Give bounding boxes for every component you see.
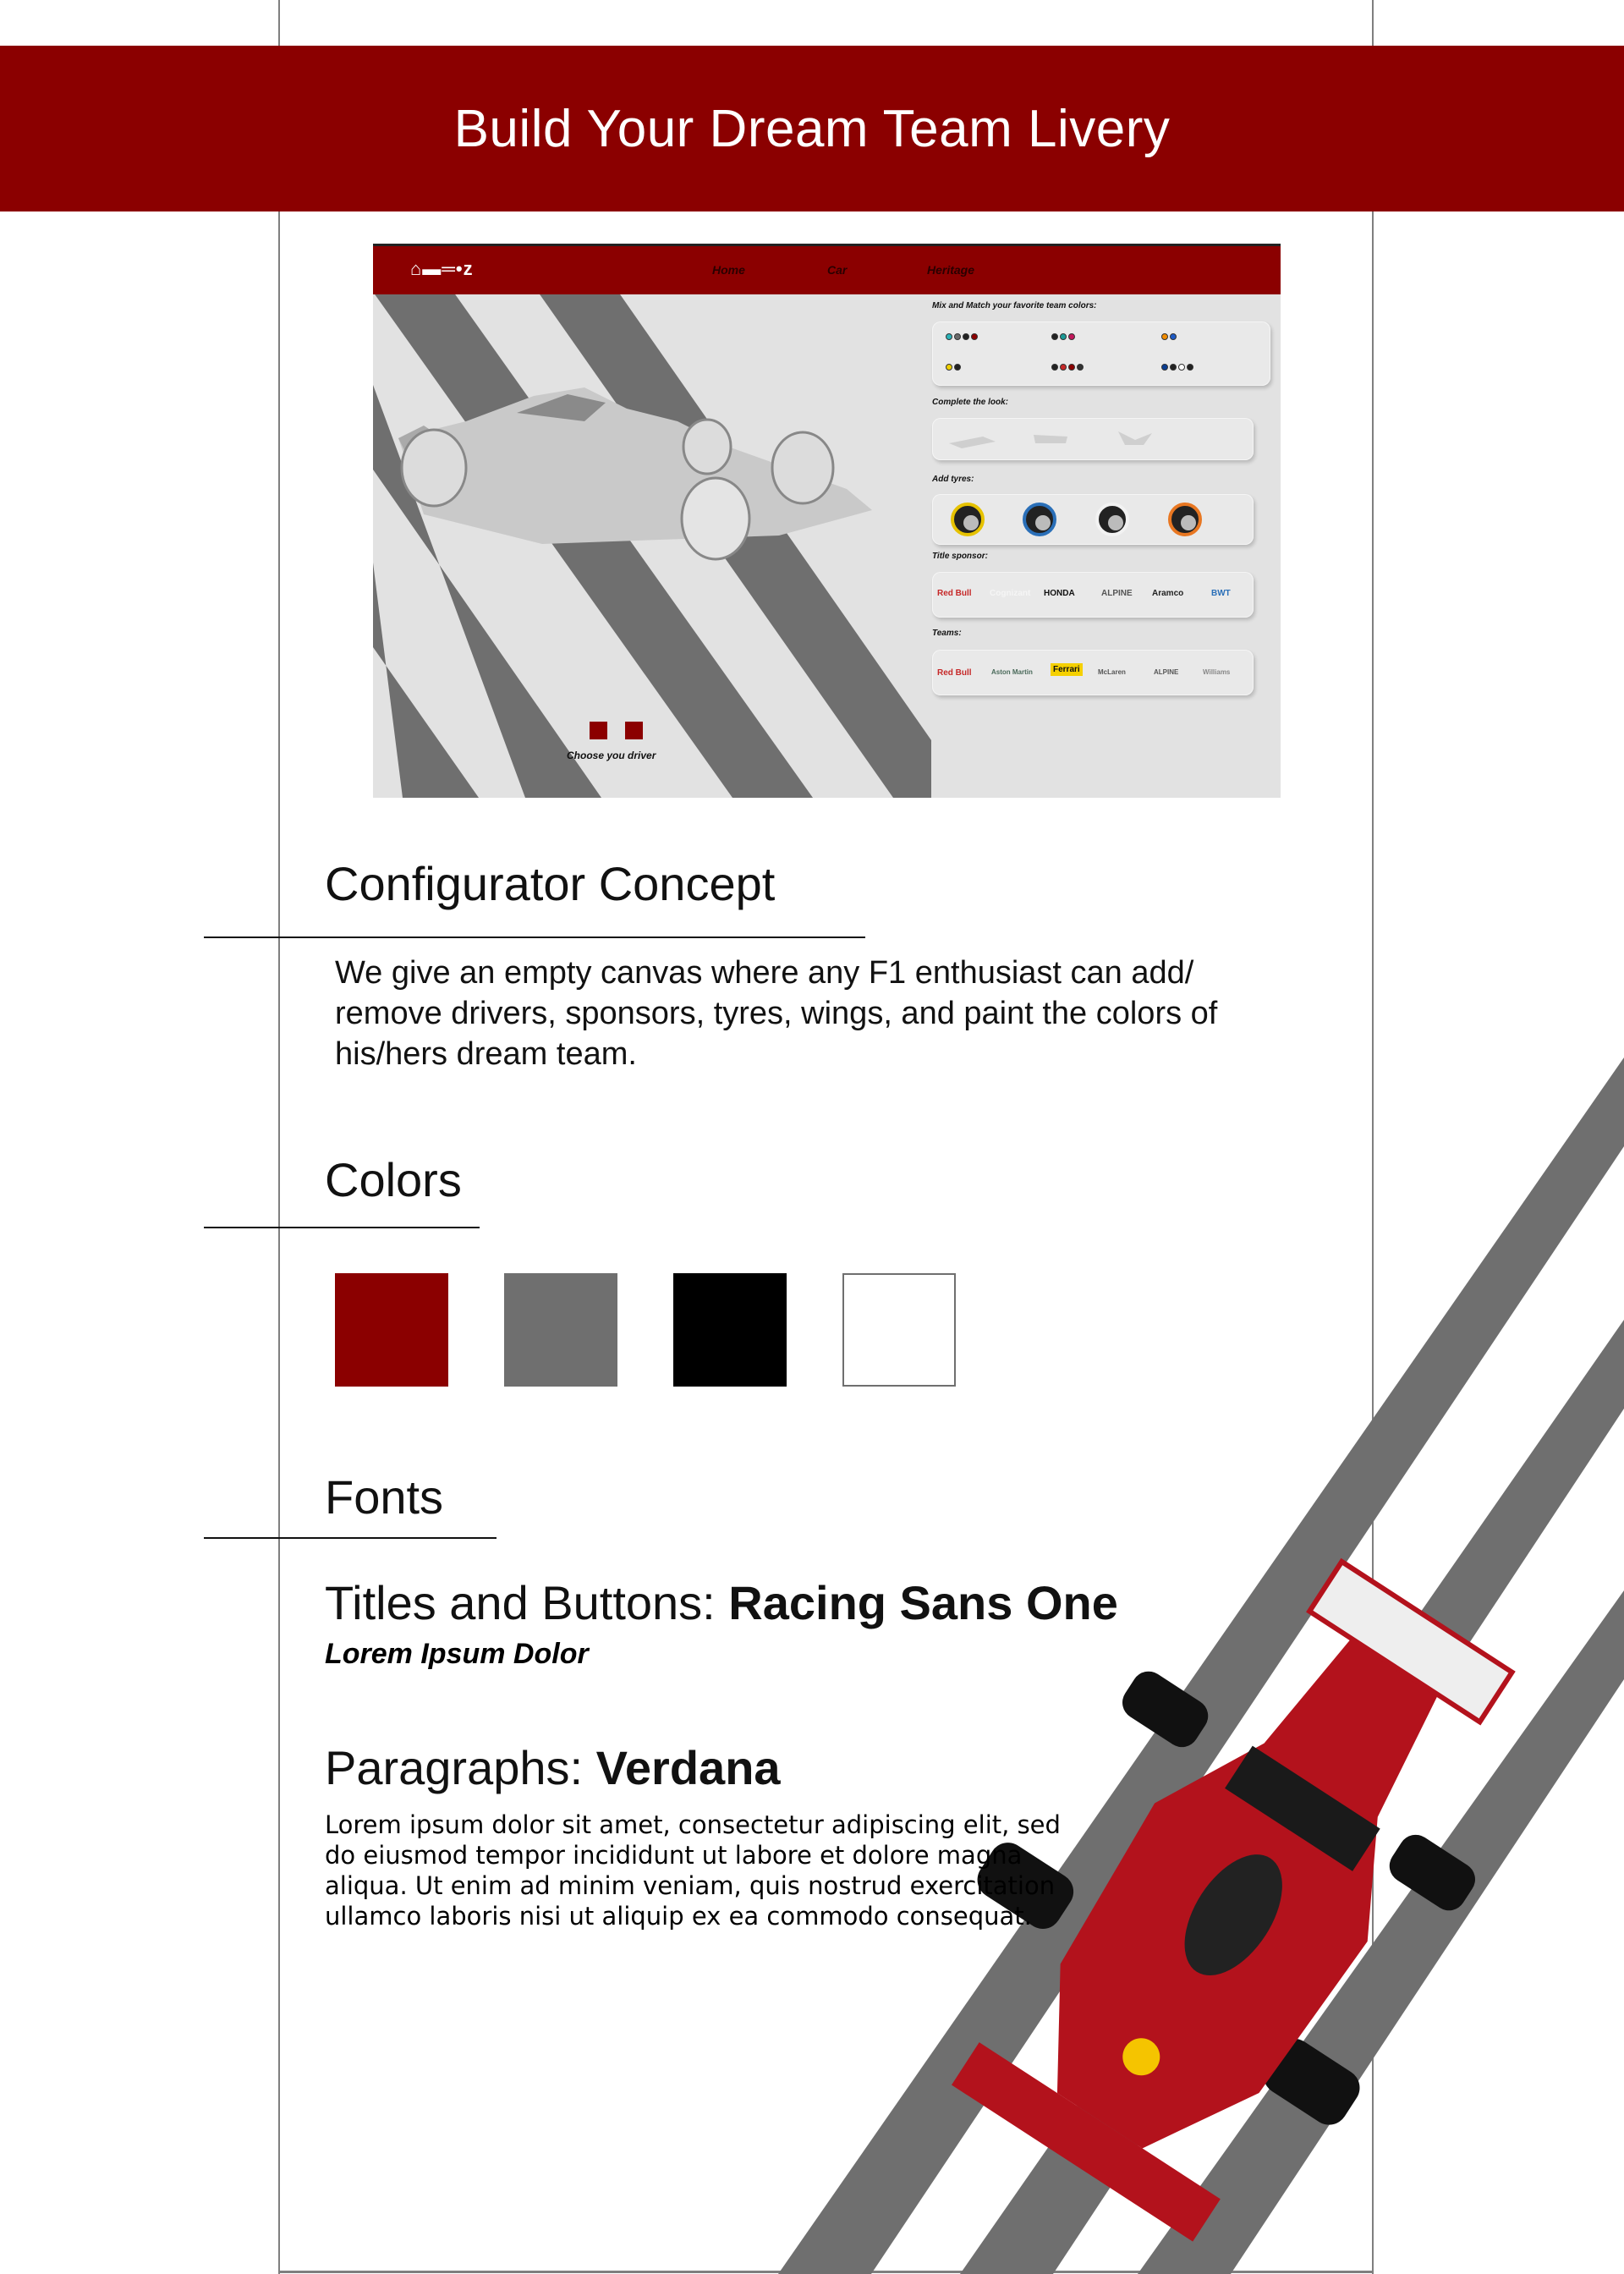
configurator-mockup: ⌂▬═•z Home Car Heritage Choose you drive… <box>373 244 1281 798</box>
sponsor-logo-1[interactable]: Red Bull <box>937 589 972 598</box>
titles-font-label: Titles and Buttons: <box>325 1576 729 1629</box>
concept-heading: Configurator Concept <box>325 857 776 910</box>
tyres-panel-title: Add tyres: <box>932 475 974 484</box>
team-logo-2[interactable]: Aston Martin <box>991 668 1033 676</box>
frame-bottom-line <box>278 2271 1374 2273</box>
team-logo-5[interactable]: ALPINE <box>1154 668 1178 676</box>
color-combo-6[interactable] <box>1161 364 1193 371</box>
tyre-soft-yellow[interactable] <box>951 503 985 536</box>
paragraphs-font-label: Paragraphs: <box>325 1741 596 1794</box>
tyre-wet-blue[interactable] <box>1023 503 1056 536</box>
wings-box <box>932 418 1254 460</box>
titles-font-sample: Lorem Ipsum Dolor <box>325 1638 589 1670</box>
mockup-navbar: ⌂▬═•z Home Car Heritage <box>373 244 1281 294</box>
mockup-logo[interactable]: ⌂▬═•z <box>410 258 474 280</box>
tyre-orange[interactable] <box>1168 503 1202 536</box>
page-title: Build Your Dream Team Livery <box>453 99 1171 158</box>
choose-driver-label: Choose you driver <box>567 750 656 761</box>
tyre-hard-white[interactable] <box>1095 503 1129 536</box>
color-combo-2[interactable] <box>1051 333 1075 340</box>
frame-left-line <box>278 0 280 2274</box>
sponsor-logo-3[interactable]: HONDA <box>1044 589 1075 598</box>
header-banner: Build Your Dream Team Livery <box>0 46 1624 211</box>
sponsor-logo-5[interactable]: Aramco <box>1152 589 1183 598</box>
fonts-heading: Fonts <box>325 1470 444 1524</box>
paragraphs-font-name: Verdana <box>595 1741 781 1794</box>
sponsors-box: Red Bull Cognizant HONDA ALPINE Aramco B… <box>932 572 1254 618</box>
mockup-nav-home[interactable]: Home <box>712 263 745 277</box>
titles-font-line: Titles and Buttons: Racing Sans One <box>325 1575 1118 1630</box>
teams-panel-title: Teams: <box>932 629 962 638</box>
titles-font-name: Racing Sans One <box>728 1576 1118 1629</box>
color-combo-4[interactable] <box>946 364 961 371</box>
team-logo-6[interactable]: Williams <box>1203 668 1230 676</box>
color-swatch-red <box>335 1273 448 1387</box>
color-combo-3[interactable] <box>1161 333 1177 340</box>
sponsor-panel-title: Title sponsor: <box>932 552 988 561</box>
driver-option-2[interactable] <box>625 722 643 739</box>
color-swatch-gray <box>504 1273 617 1387</box>
team-logo-3[interactable]: Ferrari <box>1051 663 1083 676</box>
sponsor-logo-6[interactable]: BWT <box>1211 589 1231 598</box>
team-logo-1[interactable]: Red Bull <box>937 668 972 678</box>
concept-paragraph: We give an empty canvas where any F1 ent… <box>335 955 1218 1072</box>
mockup-car-render <box>398 387 872 561</box>
colors-panel-title: Mix and Match your favorite team colors: <box>932 301 1097 310</box>
look-panel-title: Complete the look: <box>932 398 1009 407</box>
teams-box: Red Bull Aston Martin Ferrari McLaren AL… <box>932 650 1254 695</box>
wing-options[interactable] <box>932 418 1254 460</box>
mockup-nav-heritage[interactable]: Heritage <box>927 263 974 277</box>
colors-heading: Colors <box>325 1153 462 1206</box>
mockup-nav-car[interactable]: Car <box>827 263 847 277</box>
color-combo-5[interactable] <box>1051 364 1084 371</box>
frame-right-line <box>1372 0 1374 2274</box>
sponsor-logo-2[interactable]: Cognizant <box>990 589 1030 598</box>
team-logo-4[interactable]: McLaren <box>1098 668 1126 676</box>
sponsor-logo-4[interactable]: ALPINE <box>1101 589 1133 598</box>
colors-underline <box>204 1227 480 1228</box>
color-combos-box <box>932 321 1270 386</box>
driver-option-1[interactable] <box>590 722 607 739</box>
fonts-underline <box>204 1537 497 1539</box>
tyres-box <box>932 494 1254 545</box>
color-swatch-black <box>673 1273 787 1387</box>
color-combo-1[interactable] <box>946 333 978 340</box>
color-swatch-white <box>842 1273 956 1387</box>
paragraph-font-sample: Lorem ipsum dolor sit amet, consectetur … <box>325 1810 1061 1931</box>
paragraphs-font-line: Paragraphs: Verdana <box>325 1740 781 1795</box>
concept-underline <box>204 937 865 938</box>
